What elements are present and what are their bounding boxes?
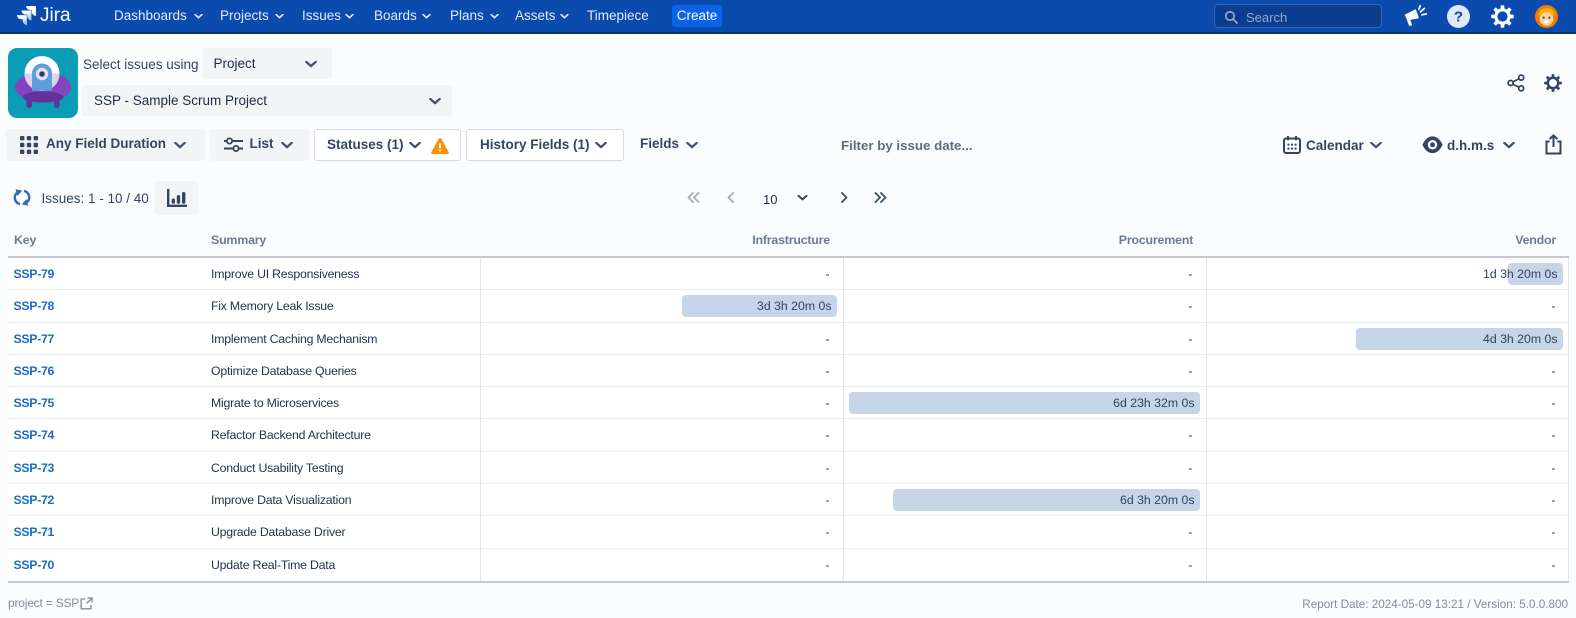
svg-text:?: ? bbox=[1454, 9, 1463, 26]
